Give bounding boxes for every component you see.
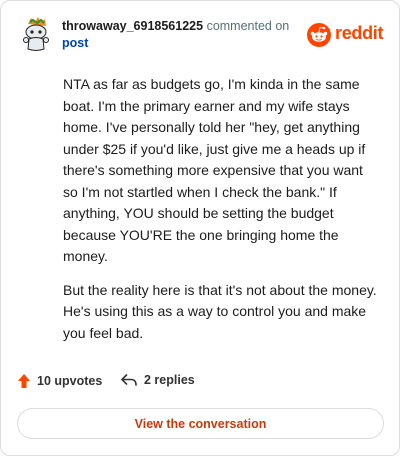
snoo-avatar-icon[interactable] [17,15,55,53]
replies-button[interactable]: 2 replies [120,373,195,387]
upvote-button[interactable]: 10 upvotes [17,373,102,389]
comment-body: NTA as far as budgets go, I'm kinda in t… [63,74,381,356]
upvote-arrow-icon [18,374,30,388]
comment-card: throwaway_6918561225 commented on post r… [0,0,400,456]
comment-paragraph: NTA as far as budgets go, I'm kinda in t… [63,76,366,264]
comment-paragraph: But the reality here is that it's not ab… [63,281,377,341]
reddit-logo-icon [307,23,331,47]
action-text: commented on [206,19,290,33]
username-link[interactable]: throwaway_6918561225 [62,19,203,33]
reply-count: 2 replies [144,373,195,387]
upvote-count: 10 upvotes [37,374,103,388]
reply-arrow-icon [121,374,137,386]
reddit-logo[interactable]: reddit [307,23,384,47]
brand-wordmark: reddit [335,23,384,43]
post-link[interactable]: post [62,35,302,52]
comment-meta: throwaway_6918561225 commented on post [62,18,302,52]
comment-header: throwaway_6918561225 commented on post r… [17,15,384,55]
comment-actions: 10 upvotes 2 replies [17,373,317,395]
view-conversation-button[interactable]: View the conversation [17,408,384,439]
